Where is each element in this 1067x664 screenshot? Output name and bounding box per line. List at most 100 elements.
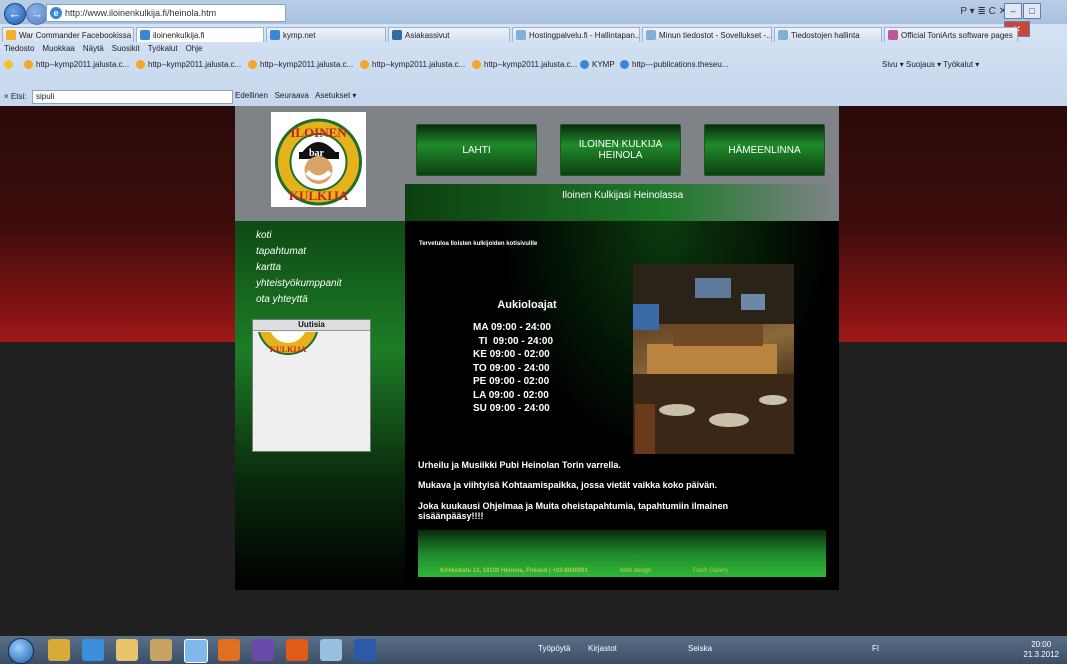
main-content: Tervetuloa Iloisten kulkijoiden kotisivu…	[405, 221, 839, 590]
tab-minun-tiedostot[interactable]: Minun tiedostot - Sovellukset -...	[642, 27, 772, 42]
files-icon[interactable]	[150, 639, 172, 661]
news-title: Uutisia	[253, 320, 370, 331]
footer-flash-gallery[interactable]: Flash Gallery	[693, 568, 728, 574]
footer-webdesign: Web design	[619, 568, 652, 574]
address-bar[interactable]: e http://www.iloinenkulkija.fi/heinola.h…	[46, 4, 286, 22]
svg-text:KULKIJA: KULKIJA	[270, 345, 307, 354]
taskbar-libraries[interactable]: Kirjastot	[588, 644, 617, 653]
word-icon[interactable]	[354, 639, 376, 661]
site-container: ILOINEN KULKIJA bar LAHTI ILOINEN KULKIJ…	[235, 106, 839, 590]
tab-favicon	[888, 30, 898, 40]
media-player-icon[interactable]	[82, 639, 104, 661]
address-text: http://www.iloinenkulkija.fi/heinola.htm	[65, 8, 217, 18]
hours-row: PE 09:00 - 02:00	[473, 376, 550, 387]
tab-kymp[interactable]: kymp.net	[266, 27, 386, 42]
explorer-icon[interactable]	[48, 639, 70, 661]
tab-asiakassivut[interactable]: Asiakassivut	[388, 27, 510, 42]
favorite-link[interactable]: http--kymp2011.jalusta.c...	[136, 60, 241, 69]
browser-chrome: ← → e http://www.iloinenkulkija.fi/heino…	[0, 0, 1067, 119]
sidebar-link-ota-yhteytta[interactable]: ota yhteyttä	[256, 294, 308, 305]
chrome-icon[interactable]	[286, 639, 308, 661]
find-label: × Etsi:	[4, 92, 27, 101]
favorite-link[interactable]: http---publications.theseu...	[620, 60, 729, 69]
firefox-icon[interactable]	[218, 639, 240, 661]
taskbar-desktop[interactable]: Työpöytä	[538, 644, 570, 653]
folder-icon[interactable]	[116, 639, 138, 661]
back-button[interactable]: ←	[4, 3, 26, 25]
hours-row: KE 09:00 - 02:00	[473, 349, 550, 360]
favorite-icon	[360, 60, 369, 69]
tab-favicon	[6, 30, 16, 40]
site-footer: Kirkkokatu 13, 18100 Heinola, Finland | …	[418, 530, 826, 577]
news-box: Uutisia KULKIJA	[252, 319, 371, 452]
sidebar-link-tapahtumat[interactable]: tapahtumat	[256, 246, 306, 257]
find-options-button[interactable]: Asetukset ▾	[315, 91, 356, 100]
taskbar-seiska[interactable]: Seiska	[688, 644, 712, 653]
maximize-button[interactable]: □	[1023, 3, 1041, 19]
sidebar-link-kartta[interactable]: kartta	[256, 262, 281, 273]
menu-suosikit[interactable]: Suosikit	[112, 44, 140, 53]
find-buttons: Edellinen Seuraava Asetukset ▾	[235, 91, 356, 100]
favorite-link[interactable]: http--kymp2011.jalusta.c...	[360, 60, 465, 69]
favorite-link-kymp[interactable]: KYMP	[580, 60, 615, 69]
language-indicator[interactable]: FI	[872, 644, 879, 653]
favorite-link[interactable]: http--kymp2011.jalusta.c...	[248, 60, 353, 69]
app-icon[interactable]	[252, 639, 274, 661]
site-header: ILOINEN KULKIJA bar LAHTI ILOINEN KULKIJ…	[235, 106, 839, 221]
forward-button[interactable]: →	[26, 3, 48, 25]
menu-ohje[interactable]: Ohje	[186, 44, 203, 53]
header-subtitle: Iloinen Kulkijasi Heinolassa	[562, 190, 684, 201]
hours-row: LA 09:00 - 02:00	[473, 389, 549, 401]
menu-tyokalut[interactable]: Työkalut	[148, 44, 178, 53]
menu-tiedosto[interactable]: Tiedosto	[4, 44, 34, 53]
find-next-button[interactable]: Seuraava	[275, 91, 309, 100]
menu-bar: Tiedosto Muokkaa Näytä Suosikit Työkalut Ohje	[0, 44, 1067, 57]
tab-hostingpalvelu[interactable]: Hostingpalvelu.fi - Hallintapan...	[512, 27, 640, 42]
footer-address: Kirkkokatu 13, 18100 Heinola, Finland | …	[440, 568, 588, 574]
address-tools[interactable]: Ρ ▾ ≣ C ✕	[960, 6, 1007, 17]
internet-explorer-icon[interactable]	[184, 639, 208, 663]
sidebar-link-yhteistyokumppanit[interactable]: yhteistyökumppanit	[256, 278, 342, 289]
tab-favicon	[516, 30, 526, 40]
find-input[interactable]: sipuli	[32, 90, 233, 104]
document-icon[interactable]	[320, 639, 342, 661]
page-viewport: ILOINEN KULKIJA bar LAHTI ILOINEN KULKIJ…	[0, 106, 1067, 636]
nav-heinola-button[interactable]: ILOINEN KULKIJA HEINOLA	[560, 124, 681, 176]
favorite-icon	[248, 60, 257, 69]
favorite-icon	[620, 60, 629, 69]
hours-row: SU 09:00 - 24:00	[473, 403, 550, 414]
favorite-icon	[24, 60, 33, 69]
logo-graphic: ILOINEN KULKIJA	[275, 118, 362, 206]
find-bar: × Etsi: sipuli Edellinen Seuraava Asetuk…	[0, 88, 1067, 105]
intro-text-1: Urheilu ja Musiikki Pubi Heinolan Torin …	[418, 460, 621, 470]
hours-row: MA 09:00 - 24:00	[473, 322, 551, 333]
site-logo[interactable]: ILOINEN KULKIJA bar	[271, 112, 366, 207]
favorite-link[interactable]: http--kymp2011.jalusta.c...	[24, 60, 129, 69]
nav-lahti-button[interactable]: LAHTI	[416, 124, 537, 176]
menu-nayta[interactable]: Näytä	[83, 44, 104, 53]
tab-strip: War Commander Facebookissa iloinenkulkij…	[0, 27, 1067, 43]
minimize-button[interactable]: –	[1004, 3, 1022, 19]
tab-iloinenkulkija[interactable]: iloinenkulkija.fi	[136, 27, 264, 42]
favorite-icon	[580, 60, 589, 69]
find-previous-button[interactable]: Edellinen	[235, 91, 268, 100]
command-bar-tools[interactable]: Sivu ▾ Suojaus ▾ Työkalut ▾	[870, 60, 979, 69]
nav-hameenlinna-button[interactable]: HÄMEENLINNA	[704, 124, 825, 176]
intro-text-2: Mukava ja viihtyisä Kohtaamispaikka, jos…	[418, 480, 718, 490]
tab-toniarts[interactable]: Official ToniArts software pages	[884, 27, 1018, 42]
tab-favicon	[140, 30, 150, 40]
tab-war-commander[interactable]: War Commander Facebookissa	[2, 27, 134, 42]
start-button[interactable]	[8, 638, 34, 664]
news-logo-thumbnail: KULKIJA	[256, 332, 321, 357]
favorite-icon	[472, 60, 481, 69]
window-controls: –□✕	[1003, 1, 1063, 37]
clock-date: 21.3.2012	[1023, 650, 1059, 659]
tab-tiedostojen-hallinta[interactable]: Tiedostojen hallinta	[774, 27, 882, 42]
intro-text-3: Joka kuukausi Ohjelmaa ja Muita oheistap…	[418, 501, 729, 521]
system-clock[interactable]: 20:00 21.3.2012	[1023, 640, 1059, 660]
sidebar-link-koti[interactable]: koti	[256, 230, 272, 241]
header-subtitle-band: Iloinen Kulkijasi Heinolassa	[405, 184, 839, 221]
welcome-text: Tervetuloa Iloisten kulkijoiden kotisivu…	[419, 241, 538, 247]
favorite-link[interactable]: http--kymp2011.jalusta.c...	[472, 60, 577, 69]
menu-muokkaa[interactable]: Muokkaa	[42, 44, 74, 53]
